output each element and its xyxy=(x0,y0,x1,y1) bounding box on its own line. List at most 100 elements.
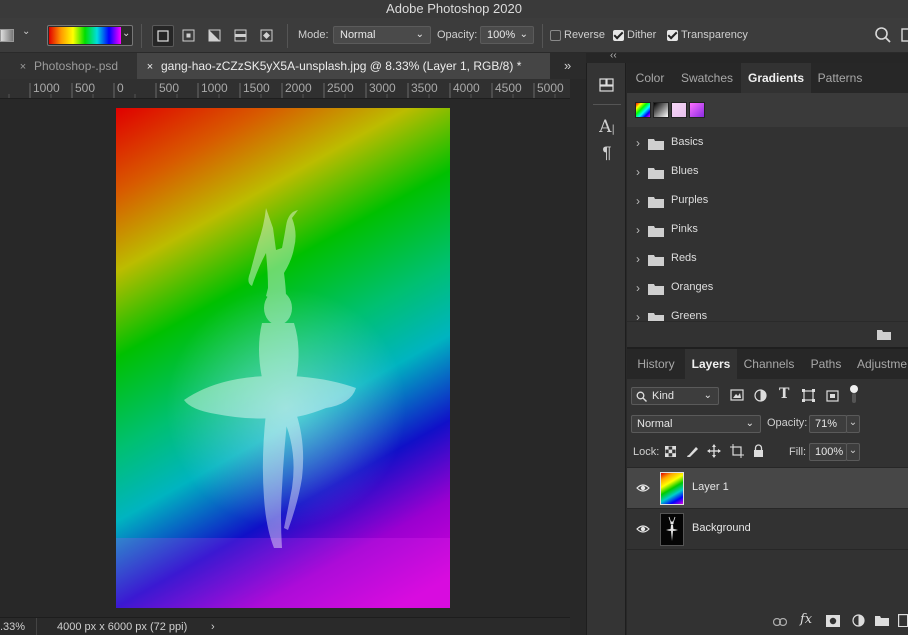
chevron-down-icon[interactable]: ⌄ xyxy=(846,415,860,433)
gradient-folder-oranges[interactable]: › Oranges xyxy=(627,274,908,303)
layer-opacity-input[interactable]: 71% xyxy=(809,415,847,433)
eye-icon[interactable] xyxy=(636,524,650,534)
zoom-level[interactable]: .33% xyxy=(0,619,25,635)
tab-color[interactable]: Color xyxy=(627,63,673,93)
gradient-preview-swatch[interactable]: ⌄ xyxy=(47,25,133,46)
gradient-folder-reds[interactable]: › Reds xyxy=(627,245,908,274)
tab-channels[interactable]: Channels xyxy=(737,349,801,379)
chevron-right-icon[interactable]: › xyxy=(636,165,640,179)
filter-type-icon[interactable]: T xyxy=(779,386,789,402)
chevron-right-icon[interactable]: › xyxy=(636,310,640,321)
document-canvas[interactable] xyxy=(0,99,570,617)
chevron-right-icon[interactable]: › xyxy=(636,194,640,208)
filter-pixel-icon[interactable] xyxy=(730,389,744,401)
lock-position-icon[interactable] xyxy=(707,444,721,458)
ruler-label: 4500 xyxy=(495,81,522,95)
reverse-label: Reverse xyxy=(564,29,605,41)
gradient-folder-blues[interactable]: › Blues xyxy=(627,158,908,187)
chevron-right-icon[interactable]: › xyxy=(636,281,640,295)
gradient-folder-purples[interactable]: › Purples xyxy=(627,187,908,216)
ruler-label: 4000 xyxy=(453,81,480,95)
folder-icon xyxy=(648,284,664,295)
layers-panel-tabs: History Layers Channels Paths Adjustme xyxy=(627,349,908,379)
diamond-gradient-button[interactable] xyxy=(256,25,278,47)
tab-swatches[interactable]: Swatches xyxy=(673,63,741,93)
link-layers-icon[interactable] xyxy=(773,618,787,626)
chevron-down-icon: ⌄ xyxy=(415,29,424,40)
collapse-icon[interactable]: ‹‹ xyxy=(610,50,617,61)
blend-mode-value: Normal xyxy=(637,418,673,430)
gradients-panel-footer xyxy=(627,321,908,347)
panel-collapse-bar[interactable]: ‹‹ xyxy=(586,50,908,63)
eye-icon[interactable] xyxy=(636,483,650,493)
gradient-preset-pink-purple[interactable] xyxy=(689,102,705,118)
angle-gradient-button[interactable] xyxy=(204,25,226,47)
transparency-checkbox[interactable] xyxy=(667,30,678,41)
chevron-right-icon[interactable]: › xyxy=(636,223,640,237)
new-group-icon[interactable] xyxy=(875,615,889,626)
tab-paths[interactable]: Paths xyxy=(801,349,851,379)
tab-patterns[interactable]: Patterns xyxy=(811,63,869,93)
libraries-icon[interactable] xyxy=(587,75,627,95)
gradient-folder-pinks[interactable]: › Pinks xyxy=(627,216,908,245)
chevron-down-icon[interactable]: ⌄ xyxy=(846,443,860,461)
search-icon xyxy=(636,391,647,402)
lock-all-icon[interactable] xyxy=(753,444,764,457)
chevron-right-icon[interactable]: › xyxy=(636,136,640,150)
lock-transparent-pixels-icon[interactable] xyxy=(665,446,676,457)
filter-shape-icon[interactable] xyxy=(802,389,815,402)
layer-row-layer-1[interactable]: Layer 1 xyxy=(627,468,908,509)
radial-gradient-button[interactable] xyxy=(178,25,200,47)
new-folder-icon[interactable] xyxy=(877,329,891,340)
lock-image-pixels-icon[interactable] xyxy=(686,445,699,458)
status-menu-arrow[interactable]: › xyxy=(211,619,215,635)
tab-overflow-icon[interactable]: » xyxy=(564,58,571,73)
layer-fill-input[interactable]: 100% xyxy=(809,443,847,461)
filter-smart-object-icon[interactable] xyxy=(826,388,839,402)
adjustment-layer-icon[interactable] xyxy=(852,614,865,627)
new-layer-icon[interactable] xyxy=(898,614,908,627)
tab-adjustments[interactable]: Adjustme xyxy=(851,349,908,379)
layer-row-background[interactable]: Background xyxy=(627,509,908,550)
reverse-checkbox[interactable] xyxy=(550,30,561,41)
tool-preset-picker[interactable]: ⌄ xyxy=(0,26,36,46)
chevron-down-icon: ⌄ xyxy=(122,28,131,39)
dither-checkbox[interactable] xyxy=(613,30,624,41)
chevron-down-icon: ⌄ xyxy=(703,390,712,401)
filter-adjustment-icon[interactable] xyxy=(754,389,767,402)
paragraph-icon[interactable]: ¶ xyxy=(587,143,627,163)
tab-layers[interactable]: Layers xyxy=(685,349,737,379)
close-icon[interactable]: × xyxy=(16,54,30,80)
mode-select[interactable]: Normal ⌄ xyxy=(333,26,431,44)
character-icon[interactable]: A| xyxy=(587,117,627,137)
tab-active-document[interactable]: × gang-hao-zCZzSK5yX5A-unsplash.jpg @ 8.3… xyxy=(137,53,550,79)
gradient-preset-light-pink[interactable] xyxy=(671,102,687,118)
tab-photoshop-psd[interactable]: × Photoshop-.psd xyxy=(0,53,137,79)
search-icon[interactable] xyxy=(874,26,892,44)
opacity-input[interactable]: 100% ⌄ xyxy=(480,26,534,44)
ruler-label: 1500 xyxy=(243,81,270,95)
linear-gradient-button[interactable] xyxy=(152,25,174,47)
layer-style-fx-icon[interactable]: fx xyxy=(800,612,812,627)
gradient-folder-greens[interactable]: › Greens xyxy=(627,303,908,321)
workspace-icon[interactable] xyxy=(901,26,908,44)
lock-artboard-icon[interactable] xyxy=(730,444,744,458)
gradient-preset-spectrum[interactable] xyxy=(635,102,651,118)
chevron-right-icon[interactable]: › xyxy=(636,252,640,266)
gradient-preset-black-white[interactable] xyxy=(653,102,669,118)
layer-filter-select[interactable]: Kind ⌄ xyxy=(631,387,719,405)
document-image[interactable] xyxy=(116,108,450,608)
blend-mode-select[interactable]: Normal ⌄ xyxy=(631,415,761,433)
reflected-gradient-button[interactable] xyxy=(230,25,252,47)
layer-name: Layer 1 xyxy=(692,481,729,493)
layer-opacity-value: 71% xyxy=(815,418,838,430)
tab-history[interactable]: History xyxy=(627,349,685,379)
ruler-label: 5000 xyxy=(537,81,564,95)
add-mask-icon[interactable] xyxy=(826,615,840,627)
filter-toggle[interactable] xyxy=(849,385,859,405)
folder-icon xyxy=(648,226,664,237)
tab-gradients[interactable]: Gradients xyxy=(741,63,811,93)
close-icon[interactable]: × xyxy=(143,54,157,80)
chevron-down-icon: ⌄ xyxy=(519,29,528,40)
gradient-folder-basics[interactable]: › Basics xyxy=(627,129,908,158)
